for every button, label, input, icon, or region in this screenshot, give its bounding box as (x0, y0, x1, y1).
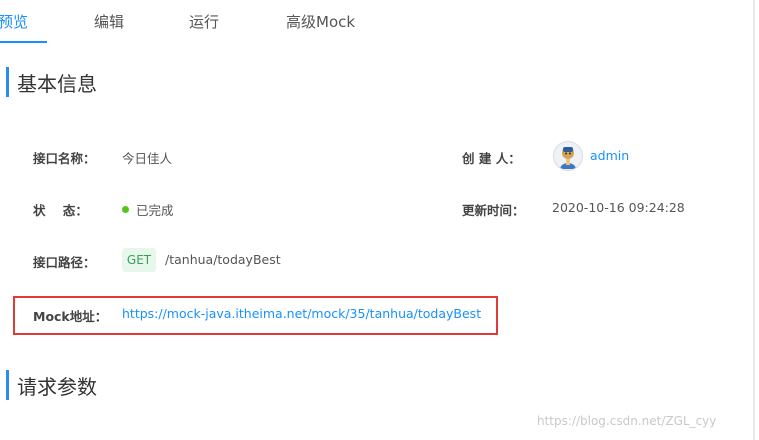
request-params-heading: 请求参数 (6, 370, 97, 400)
active-tab-indicator (0, 41, 47, 43)
status-value-wrap: 已完成 (122, 200, 174, 219)
tab-run[interactable]: 运行 (189, 11, 219, 32)
interface-name-value: 今日佳人 (122, 151, 173, 166)
status-value: 已完成 (136, 203, 174, 218)
basic-info-title: 基本信息 (17, 71, 97, 96)
interface-name-label: 接口名称： (33, 151, 96, 166)
section-marker (6, 370, 9, 400)
updated-time-label: 更新时间： (462, 203, 525, 218)
request-params-title: 请求参数 (17, 374, 97, 399)
creator-link[interactable]: admin (590, 148, 629, 163)
tab-bar: 预览 编辑 运行 高级Mock (0, 0, 753, 44)
interface-detail-page: 预览 编辑 运行 高级Mock 基本信息 接口名称： 今日佳人 状 态： 已完成… (0, 0, 753, 440)
watermark: https://blog.csdn.net/ZGL_cyy (537, 414, 717, 428)
tab-preview[interactable]: 预览 (0, 11, 28, 32)
interface-path-label: 接口路径： (33, 255, 96, 270)
method-badge: GET (122, 248, 156, 272)
creator-label: 创 建 人： (462, 151, 521, 166)
avatar (553, 141, 583, 171)
updated-time-value: 2020-10-16 09:24:28 (552, 200, 685, 215)
status-dot-icon (122, 206, 129, 213)
mock-address-link[interactable]: https://mock-java.itheima.net/mock/35/ta… (122, 306, 481, 321)
status-label: 状 态： (33, 203, 88, 218)
avatar-icon (560, 147, 576, 169)
panel-divider (753, 0, 755, 440)
mock-address-label: Mock地址： (33, 309, 108, 324)
section-marker (6, 67, 9, 97)
basic-info-heading: 基本信息 (6, 67, 97, 97)
tab-edit[interactable]: 编辑 (94, 11, 124, 32)
interface-path-value: /tanhua/todayBest (165, 252, 281, 267)
tab-advanced-mock[interactable]: 高级Mock (286, 11, 355, 32)
